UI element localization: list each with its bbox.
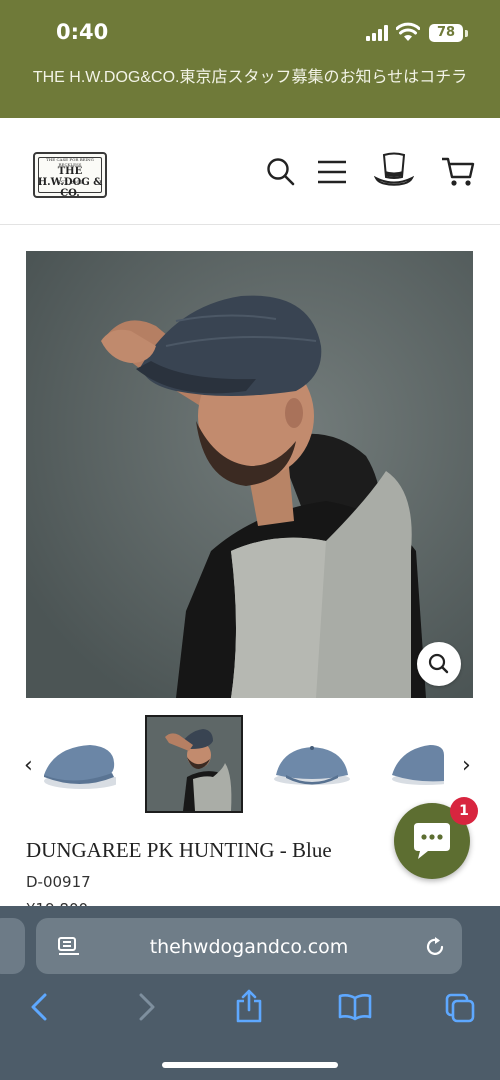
model-photo <box>26 251 473 698</box>
cart-icon[interactable] <box>441 156 475 188</box>
thumbnail-carousel: ‹ › <box>0 712 500 816</box>
back-icon[interactable] <box>28 992 50 1022</box>
reload-icon[interactable] <box>424 936 446 958</box>
previous-tab-preview[interactable] <box>0 918 25 974</box>
wifi-icon <box>396 22 420 41</box>
forward-icon[interactable] <box>136 992 158 1022</box>
share-icon[interactable] <box>234 988 264 1024</box>
home-indicator[interactable] <box>162 1062 338 1068</box>
announcement-bar[interactable]: THE H.W.DOG&CO.東京店スタッフ募集のお知らせはコチラ <box>0 62 500 118</box>
site-logo[interactable]: THE CASE FOR BEING RECKLESS THE H.W.DOG … <box>33 152 107 199</box>
tabs-icon[interactable] <box>444 992 476 1024</box>
bookmarks-icon[interactable] <box>337 992 373 1022</box>
chat-unread-badge: 1 <box>450 797 478 825</box>
carousel-next-icon[interactable]: › <box>462 755 471 777</box>
site-header: THE CASE FOR BEING RECKLESS THE H.W.DOG … <box>0 118 500 225</box>
thumbnail-cap-side[interactable] <box>264 715 360 811</box>
battery-indicator: 78 <box>429 24 463 42</box>
menu-icon[interactable] <box>317 159 347 185</box>
cellular-signal-icon <box>366 25 388 41</box>
address-bar[interactable]: thehwdogandco.com <box>36 918 462 974</box>
thumbnail-cap-back[interactable] <box>386 715 444 811</box>
product-title: DUNGAREE PK HUNTING - Blue <box>26 838 332 862</box>
thumbnail-model[interactable] <box>145 715 243 813</box>
browser-toolbar: thehwdogandco.com <box>0 906 500 1080</box>
carousel-prev-icon[interactable]: ‹ <box>24 755 33 777</box>
logo-established: EST. 2003 <box>57 180 83 186</box>
address-bar-url[interactable]: thehwdogandco.com <box>36 936 462 958</box>
status-bar: 0:40 78 <box>0 0 500 62</box>
zoom-icon <box>428 653 449 674</box>
product-main-image[interactable] <box>26 251 473 698</box>
status-time: 0:40 <box>56 20 109 44</box>
announcement-text[interactable]: THE H.W.DOG&CO.東京店スタッフ募集のお知らせはコチラ <box>0 62 500 89</box>
search-icon[interactable] <box>266 157 296 187</box>
thumbnail-cap-front[interactable] <box>34 715 116 811</box>
battery-tip <box>465 30 468 37</box>
zoom-button[interactable] <box>417 642 461 686</box>
product-sku: D-00917 <box>26 873 91 891</box>
top-hat-account-icon[interactable] <box>374 151 414 189</box>
